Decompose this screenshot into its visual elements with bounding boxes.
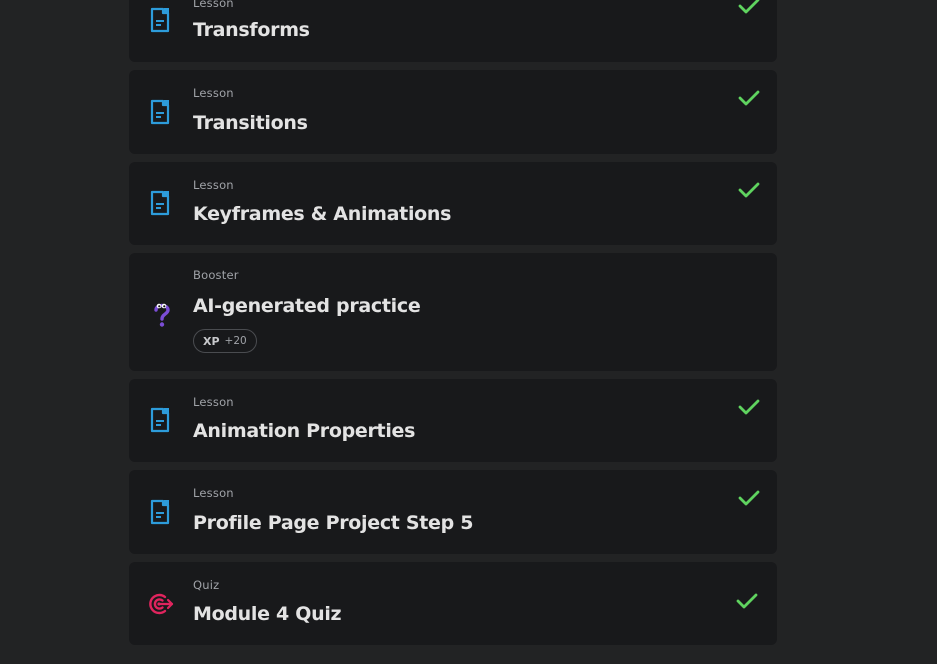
xp-label: XP: [203, 334, 220, 348]
lesson-document-icon: [149, 499, 173, 525]
completed-check-icon: [738, 489, 760, 507]
module-item-ai-generated-practice[interactable]: Booster AI-generated practice XP +20: [129, 253, 777, 371]
completed-check-icon: [738, 0, 760, 15]
item-title: Keyframes & Animations: [193, 203, 452, 225]
item-kind-label: Lesson: [193, 0, 234, 10]
quiz-target-icon: [147, 592, 175, 616]
item-title: Animation Properties: [193, 420, 416, 442]
item-kind-label: Lesson: [193, 486, 234, 500]
module-item-module-4-quiz[interactable]: Quiz Module 4 Quiz: [129, 562, 777, 645]
lesson-document-icon: [149, 99, 173, 125]
item-kind-label: Quiz: [193, 578, 220, 592]
item-kind-label: Lesson: [193, 395, 234, 409]
item-title: Transitions: [193, 112, 308, 134]
module-item-profile-page-project-step-5[interactable]: Lesson Profile Page Project Step 5: [129, 470, 777, 554]
question-mark-icon: [151, 300, 173, 328]
module-page: Lesson Transforms Lesson Transitions Les…: [0, 0, 937, 664]
module-item-transitions[interactable]: Lesson Transitions: [129, 70, 777, 154]
item-title: AI-generated practice: [193, 295, 421, 317]
item-kind-label: Booster: [193, 268, 239, 282]
item-kind-label: Lesson: [193, 178, 234, 192]
item-kind-label: Lesson: [193, 86, 234, 100]
lesson-document-icon: [149, 190, 173, 216]
item-title: Transforms: [193, 19, 310, 41]
lesson-document-icon: [149, 407, 173, 433]
module-item-animation-properties[interactable]: Lesson Animation Properties: [129, 379, 777, 462]
completed-check-icon: [736, 592, 758, 610]
item-title: Profile Page Project Step 5: [193, 512, 474, 534]
completed-check-icon: [738, 398, 760, 416]
xp-reward-badge: XP +20: [193, 329, 257, 353]
completed-check-icon: [738, 181, 760, 199]
lesson-document-icon: [149, 7, 173, 33]
module-item-keyframes-animations[interactable]: Lesson Keyframes & Animations: [129, 162, 777, 245]
xp-value: +20: [224, 335, 247, 347]
completed-check-icon: [738, 89, 760, 107]
module-item-transforms[interactable]: Lesson Transforms: [129, 0, 777, 62]
item-title: Module 4 Quiz: [193, 603, 342, 625]
